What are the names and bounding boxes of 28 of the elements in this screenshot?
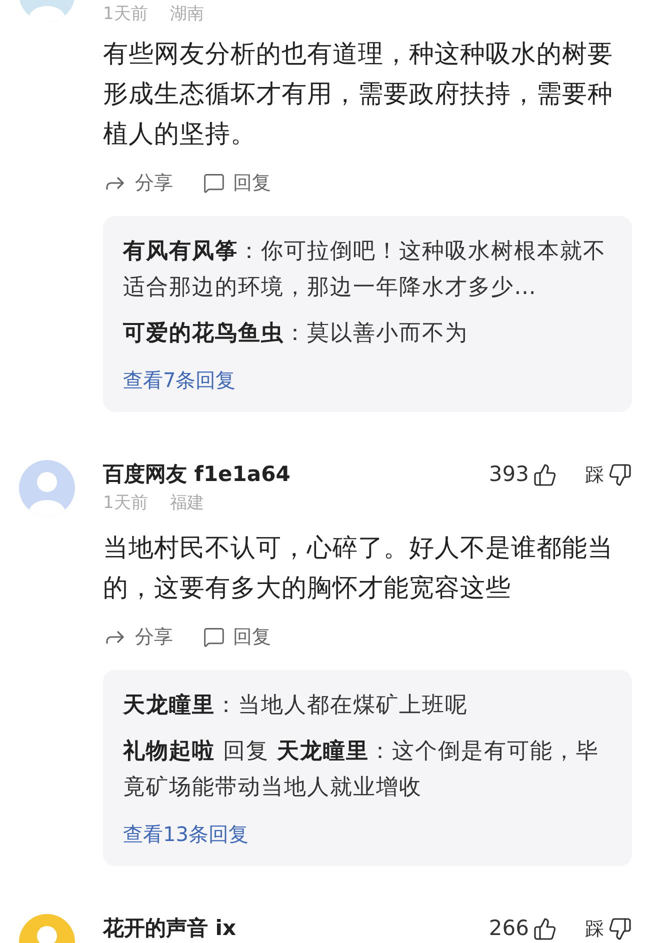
reply-button[interactable]: 回复 — [203, 168, 271, 198]
comment-location: 湖南 — [170, 3, 204, 26]
like-count: 393 — [488, 461, 529, 488]
speech-bubble-icon — [203, 626, 225, 648]
reply-text: 可爱的花鸟鱼虫：莫以善小而不为 — [123, 320, 469, 348]
view-replies-link[interactable]: 查看13条回复 — [123, 816, 248, 852]
reply-text: 礼物起啦 回复 天龙瞳里：这个倒是有可能，毕竟矿场能带动当地人就业增收 — [123, 738, 600, 802]
username[interactable]: 百度网友 f1e1a64 — [103, 459, 489, 491]
share-button[interactable]: 分享 — [103, 168, 173, 198]
username[interactable]: 花开的声音 ix — [103, 913, 489, 943]
thumbs-down-icon[interactable] — [608, 463, 632, 487]
reply-text: 有风有风筝：你可拉倒吧！这种吸水树根本就不适合那边的环境，那边一年降水才多少… — [123, 238, 607, 302]
thumbs-up-icon[interactable] — [533, 463, 557, 487]
dislike-label: 踩 — [585, 462, 604, 488]
like-count: 266 — [488, 915, 529, 942]
dislike-label: 踩 — [585, 916, 604, 942]
thumbs-up-icon[interactable] — [533, 917, 557, 941]
comment-time: 1天前 — [103, 3, 148, 26]
share-button[interactable]: 分享 — [103, 622, 173, 652]
comment-location: 福建 — [170, 492, 204, 516]
reply-button[interactable]: 回复 — [203, 622, 271, 652]
comment-text: 有些网友分析的也有道理，种这种吸水的树要形成生态循坏才有用，需要政府扶持，需要种植人的坚持。 — [103, 38, 614, 150]
reply-text: 天龙瞳里：当地人都在煤矿上班呢 — [123, 692, 469, 720]
comment-time: 1天前 — [103, 492, 148, 516]
comment-text: 当地村民不认可，心碎了。好人不是谁都能当的，这要有多大的胸怀才能宽容这些 — [103, 532, 614, 604]
view-replies-link[interactable]: 查看7条回复 — [123, 362, 236, 398]
speech-bubble-icon — [203, 172, 225, 194]
thumbs-down-icon[interactable] — [608, 917, 632, 941]
